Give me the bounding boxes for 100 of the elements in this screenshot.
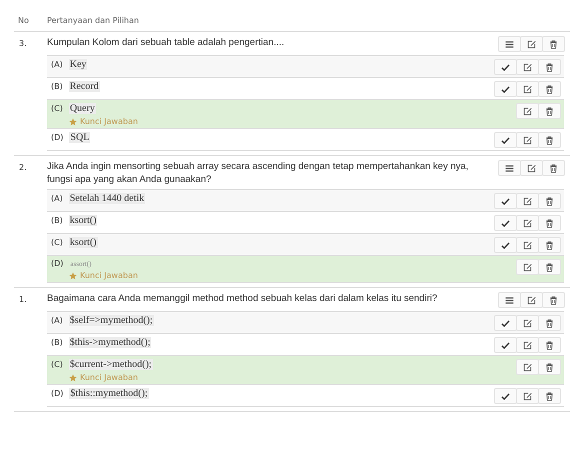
option-text: $this::mymethod(); — [69, 388, 149, 399]
check-icon — [501, 218, 510, 228]
option-letter: (C) — [51, 104, 63, 113]
option-letter: (A) — [51, 316, 63, 325]
delete-button[interactable] — [538, 81, 561, 97]
trash-icon — [545, 262, 554, 272]
edit-button[interactable] — [516, 103, 539, 119]
option-letter: (D) — [51, 389, 64, 398]
mark-key-button[interactable] — [494, 337, 517, 353]
trash-icon — [545, 106, 554, 116]
delete-button[interactable] — [538, 132, 561, 148]
option-text: Setelah 1440 detik — [68, 193, 146, 204]
edit-icon — [523, 392, 532, 400]
trash-icon — [545, 136, 554, 144]
option-letter: (B) — [51, 338, 63, 347]
edit-icon — [523, 62, 532, 72]
check-icon — [501, 318, 510, 328]
option-letter: (C) — [51, 238, 63, 247]
delete-button[interactable] — [538, 315, 561, 331]
delete-button[interactable] — [538, 59, 561, 75]
trash-icon — [545, 362, 554, 372]
delete-button[interactable] — [542, 292, 565, 308]
check-icon — [501, 62, 510, 72]
edit-button[interactable] — [520, 160, 543, 176]
edit-button[interactable] — [516, 81, 539, 97]
edit-button[interactable] — [516, 359, 539, 375]
delete-button[interactable] — [538, 337, 561, 353]
delete-button[interactable] — [542, 160, 565, 176]
edit-button[interactable] — [516, 259, 539, 275]
question-number: 2. — [18, 162, 28, 174]
option-letter: (D) — [51, 133, 64, 142]
edit-button[interactable] — [516, 237, 539, 253]
option-text: $current->method(); — [68, 359, 153, 370]
delete-button[interactable] — [538, 259, 561, 275]
trash-icon — [549, 296, 558, 304]
edit-icon — [523, 318, 532, 328]
options-button[interactable] — [498, 160, 521, 176]
edit-icon — [523, 240, 532, 250]
edit-button[interactable] — [516, 337, 539, 353]
option-text: Query — [68, 103, 96, 114]
option-letter: (A) — [51, 194, 63, 203]
edit-icon — [527, 164, 536, 172]
question-text: Jika Anda ingin mensorting sebuah array secara ascending dengan tetap mempertahankan key nya, fungsi apa yang akan Anda gunaakan? — [47, 160, 470, 186]
delete-button[interactable] — [538, 193, 561, 209]
star-icon — [69, 272, 77, 280]
edit-icon — [523, 218, 532, 228]
option-text: Key — [68, 59, 88, 70]
trash-icon — [545, 240, 554, 250]
delete-button[interactable] — [538, 388, 561, 404]
option-letter: (A) — [51, 60, 63, 69]
edit-icon — [527, 40, 536, 48]
edit-icon — [523, 84, 532, 94]
mark-key-button[interactable] — [494, 81, 517, 97]
option-text: $self=>mymethod(); — [68, 315, 154, 326]
edit-button[interactable] — [516, 315, 539, 331]
column-header: Pertanyaan dan Pilihan — [47, 16, 139, 25]
list-icon — [505, 296, 514, 304]
option-text: ksort() — [68, 237, 98, 248]
check-icon — [501, 136, 510, 144]
delete-button[interactable] — [542, 36, 565, 52]
star-icon — [69, 118, 77, 126]
edit-icon — [523, 106, 532, 116]
edit-button[interactable] — [516, 59, 539, 75]
trash-icon — [549, 164, 558, 172]
option-text: SQL — [69, 132, 90, 143]
mark-key-button[interactable] — [494, 315, 517, 331]
answer-key-label: Kunci Jawaban — [80, 373, 138, 382]
trash-icon — [549, 40, 558, 48]
edit-icon — [527, 296, 536, 304]
list-icon — [505, 164, 514, 172]
mark-key-button[interactable] — [494, 237, 517, 253]
delete-button[interactable] — [538, 103, 561, 119]
edit-button[interactable] — [516, 193, 539, 209]
check-icon — [501, 392, 510, 400]
edit-button[interactable] — [520, 36, 543, 52]
option-text: $this->mymethod(); — [68, 337, 152, 348]
edit-button[interactable] — [516, 215, 539, 231]
trash-icon — [545, 318, 554, 328]
mark-key-button[interactable] — [494, 388, 517, 404]
mark-key-button[interactable] — [494, 193, 517, 209]
check-icon — [501, 84, 510, 94]
delete-button[interactable] — [538, 359, 561, 375]
option-letter: (D) — [51, 259, 64, 268]
mark-key-button[interactable] — [494, 215, 517, 231]
question-text: Kumpulan Kolom dari sebuah table adalah pengertian.... — [47, 36, 286, 49]
edit-button[interactable] — [516, 388, 539, 404]
trash-icon — [545, 392, 554, 400]
question-number: 3. — [18, 38, 28, 50]
delete-button[interactable] — [538, 215, 561, 231]
options-button[interactable] — [498, 292, 521, 308]
star-icon — [69, 374, 77, 382]
trash-icon — [545, 84, 554, 94]
delete-button[interactable] — [538, 237, 561, 253]
option-text: Record — [68, 81, 100, 92]
edit-button[interactable] — [516, 132, 539, 148]
trash-icon — [545, 62, 554, 72]
mark-key-button[interactable] — [494, 59, 517, 75]
options-button[interactable] — [498, 36, 521, 52]
mark-key-button[interactable] — [494, 132, 517, 148]
edit-button[interactable] — [520, 292, 543, 308]
